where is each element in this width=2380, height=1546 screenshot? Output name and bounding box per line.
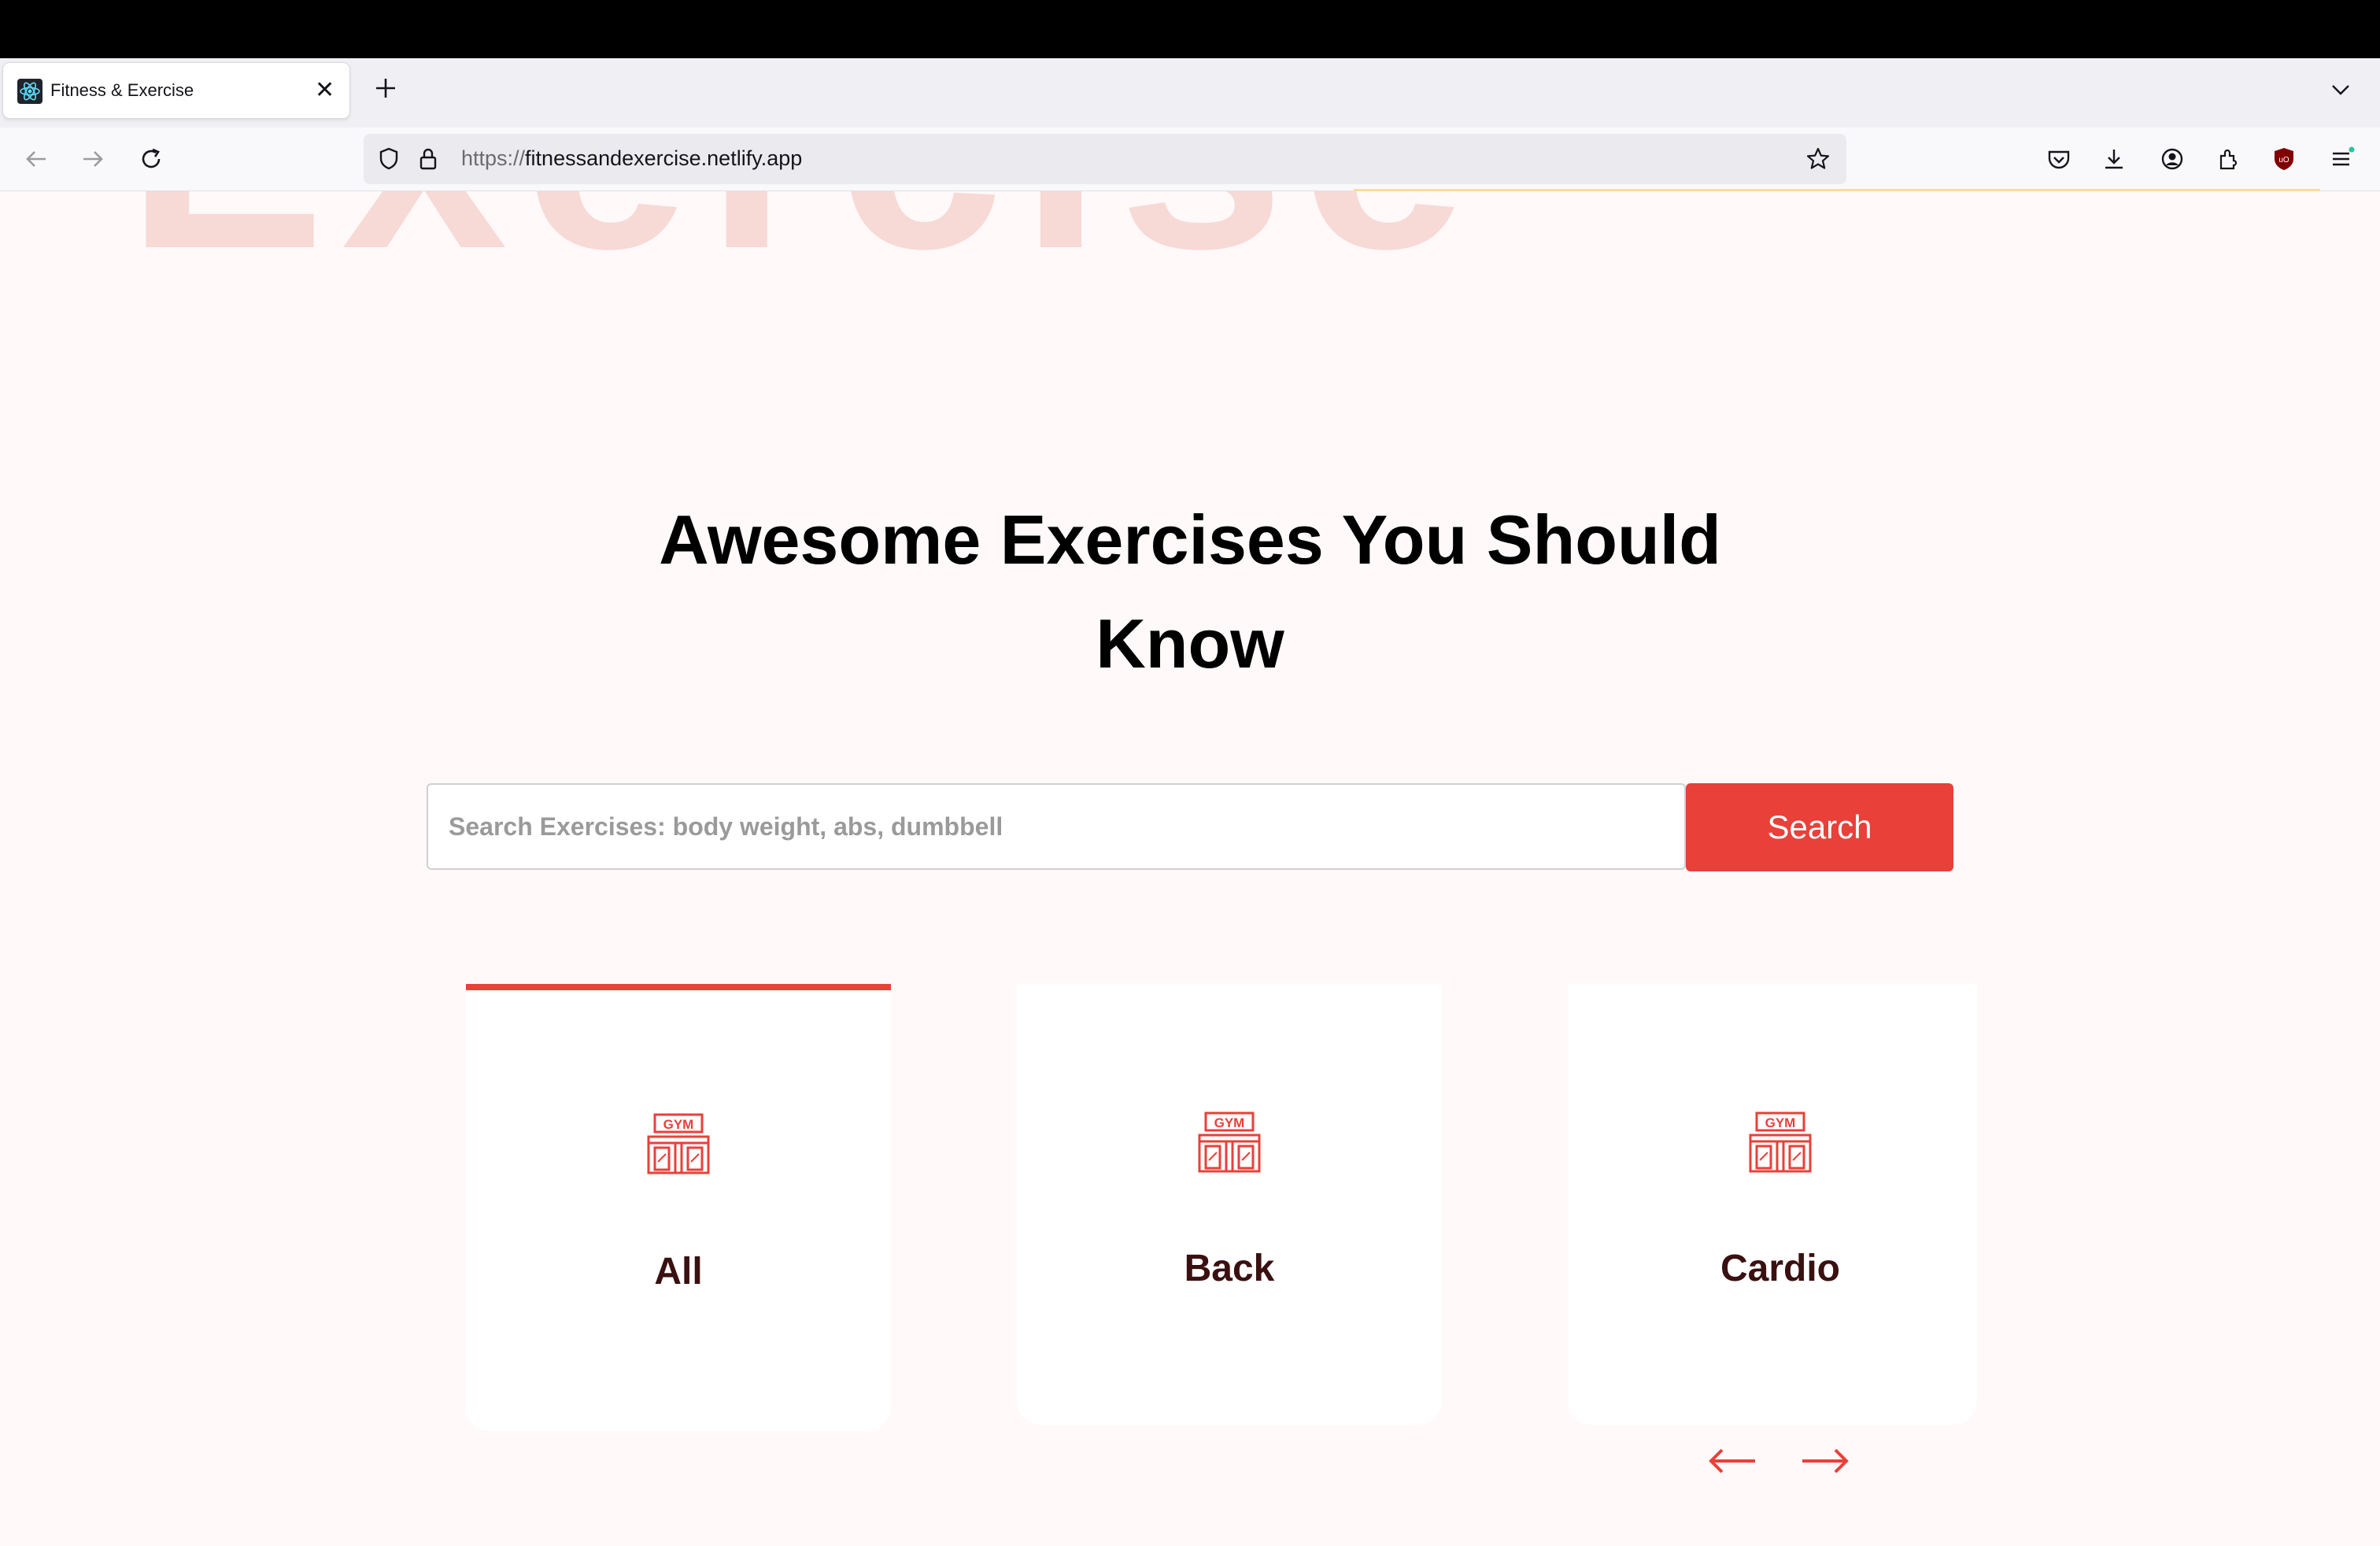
category-label: All	[654, 1251, 703, 1293]
url-host: fitnessandexercise.netlify.app	[525, 146, 803, 170]
page-headline: Awesome Exercises You Should Know	[659, 501, 1721, 682]
ublock-shield-icon[interactable]: uO	[2270, 145, 2298, 173]
arrow-right-icon[interactable]	[1799, 1445, 1851, 1477]
pocket-icon[interactable]	[2045, 145, 2073, 173]
url-scheme: https://	[461, 146, 526, 170]
menu-icon[interactable]	[2328, 145, 2356, 173]
forward-arrow-icon[interactable]	[79, 145, 107, 173]
new-tab-icon[interactable]	[370, 72, 401, 104]
account-icon[interactable]	[2158, 145, 2186, 173]
category-card-all[interactable]: GYM All	[466, 984, 891, 1431]
category-label: Back	[1184, 1248, 1275, 1289]
category-card-back[interactable]: GYM Back	[1017, 984, 1442, 1425]
url-text[interactable]: https://fitnessandexercise.netlify.app	[461, 146, 802, 171]
extensions-icon[interactable]	[2215, 145, 2243, 173]
tracking-protection-shield-icon[interactable]	[375, 145, 403, 173]
reload-icon[interactable]	[137, 145, 165, 173]
gym-icon-text: GYM	[663, 1117, 694, 1132]
tab-title: Fitness & Exercise	[50, 80, 194, 100]
back-arrow-icon[interactable]	[22, 145, 50, 173]
gym-icon-text: GYM	[1214, 1115, 1245, 1130]
system-top-bar	[0, 0, 2380, 58]
gym-icon: GYM	[1749, 1111, 1812, 1173]
react-icon	[17, 79, 42, 104]
chevron-down-icon[interactable]	[2330, 79, 2352, 101]
arrow-left-icon[interactable]	[1706, 1445, 1758, 1477]
search-input[interactable]	[427, 783, 1686, 870]
category-card-cardio[interactable]: GYM Cardio	[1568, 984, 1977, 1425]
gym-icon-text: GYM	[1765, 1115, 1796, 1130]
download-icon[interactable]	[2100, 145, 2128, 173]
close-tab-icon[interactable]: ✕	[315, 77, 334, 104]
background-watermark-word: Exercise	[126, 191, 1483, 294]
category-label: Cardio	[1720, 1248, 1840, 1289]
page-viewport: Exercise Awesome Exercises You Should Kn…	[0, 191, 2380, 1546]
search-button[interactable]: Search	[1686, 783, 1953, 871]
address-bar[interactable]: https://fitnessandexercise.netlify.app	[364, 134, 1846, 184]
svg-text:uO: uO	[2278, 156, 2289, 165]
lock-icon[interactable]	[414, 145, 442, 173]
tab-strip: Fitness & Exercise ✕	[0, 58, 2380, 128]
active-tab[interactable]: Fitness & Exercise ✕	[3, 63, 349, 118]
gym-icon: GYM	[647, 1113, 710, 1174]
bookmark-star-icon[interactable]	[1804, 145, 1832, 173]
gym-icon: GYM	[1198, 1111, 1261, 1173]
